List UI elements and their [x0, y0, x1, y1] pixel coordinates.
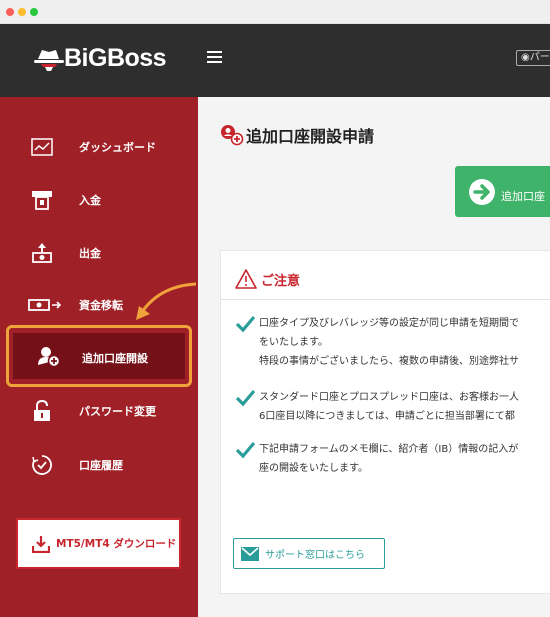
add-account-icon: [221, 125, 244, 146]
divider: [221, 299, 550, 300]
sidebar-item-dashboard[interactable]: ダッシュボード: [0, 127, 198, 167]
sidebar-item-label: 口座履歴: [79, 459, 123, 472]
notice-heading: ご注意: [235, 269, 300, 289]
active-item-background: 追加口座開設: [13, 333, 185, 379]
history-icon: [30, 453, 54, 477]
notice-text: をいたします。: [259, 337, 328, 348]
bigboss-hat-logo-icon: [34, 49, 64, 71]
sidebar-item-deposit[interactable]: 入金: [0, 180, 198, 220]
dashboard-chart-icon: [30, 135, 54, 159]
sidebar-item-label: 出金: [79, 247, 101, 260]
support-contact-button[interactable]: サポート窓口はこちら: [233, 538, 385, 569]
notice-text: 6口座目以降につきましては、申請ごとに担当部署にて都: [259, 411, 515, 422]
transfer-icon: [28, 293, 64, 317]
atm-deposit-icon: [30, 188, 54, 212]
mail-icon: [241, 546, 259, 561]
download-mt5-mt4-button[interactable]: MT5/MT4 ダウンロード: [16, 518, 181, 569]
checkmark-icon: [235, 389, 255, 407]
sidebar-item-label: パスワード変更: [79, 405, 156, 418]
page-title-text: 追加口座開設申請: [246, 127, 375, 146]
close-window-button[interactable]: [6, 8, 14, 16]
pointer-arrow-icon: [136, 282, 197, 320]
eye-icon: ◉: [521, 52, 530, 63]
top-bar: BiGBoss ◉パー: [0, 24, 550, 97]
maximize-window-button[interactable]: [30, 8, 38, 16]
preview-label: パー: [529, 52, 550, 63]
sidebar-item-withdraw[interactable]: 出金: [0, 233, 198, 273]
notice-card: ご注意 口座タイプ及びレバレッジ等の設定が同じ申請を短期間で をいたします。 特…: [220, 250, 550, 594]
sidebar-item-label: 入金: [79, 194, 101, 207]
hamburger-icon[interactable]: [207, 51, 222, 63]
add-account-button[interactable]: 追加口座: [455, 166, 550, 217]
arrow-right-circle-icon: [469, 178, 495, 205]
download-button-label: MT5/MT4 ダウンロード: [56, 538, 177, 550]
minimize-window-button[interactable]: [18, 8, 26, 16]
sidebar-item-label: 追加口座開設: [82, 352, 148, 365]
sidebar-item-password[interactable]: パスワード変更: [0, 391, 198, 431]
main-content: 追加口座開設申請 追加口座 ご注意 口座タイプ及びレバレッジ等の設定が同じ申請を…: [198, 97, 550, 617]
checkmark-icon: [235, 315, 255, 333]
notice-text: スタンダード口座とプロスプレッド口座は、お客様お一人: [259, 392, 519, 403]
brand-logo[interactable]: BiGBoss: [32, 44, 167, 73]
brand-name: BiGBoss: [64, 44, 167, 72]
preview-button[interactable]: ◉パー: [516, 50, 550, 66]
download-icon: [32, 535, 50, 553]
support-button-label: サポート窓口はこちら: [265, 550, 365, 561]
notice-text: 口座タイプ及びレバレッジ等の設定が同じ申請を短期間で: [259, 318, 519, 329]
notice-heading-text: ご注意: [261, 273, 301, 289]
warning-icon: [235, 269, 257, 289]
add-account-icon: [37, 344, 61, 368]
window-titlebar: [0, 0, 550, 24]
notice-text: 特段の事情がございましたら、複数の申請後、別途弊社サ: [259, 356, 519, 367]
withdraw-cash-icon: [30, 241, 54, 265]
lock-icon: [30, 399, 54, 423]
page-title: 追加口座開設申請: [220, 123, 374, 147]
checkmark-icon: [235, 441, 255, 459]
sidebar-item-label: ダッシュボード: [79, 141, 156, 154]
sidebar-item-add-account[interactable]: 追加口座開設: [6, 325, 192, 387]
sidebar-item-history[interactable]: 口座履歴: [0, 445, 198, 485]
notice-text: 下記申請フォームのメモ欄に、紹介者（IB）情報の記入が: [259, 444, 519, 455]
sidebar-item-label: 資金移転: [79, 299, 123, 312]
sidebar: ダッシュボード 入金 出金 資金移転 追加口座開設 パスワード変更 口座履歴 M…: [0, 97, 198, 617]
add-account-button-label: 追加口座: [501, 189, 545, 203]
notice-text: 座の開設をいたします。: [259, 463, 368, 474]
